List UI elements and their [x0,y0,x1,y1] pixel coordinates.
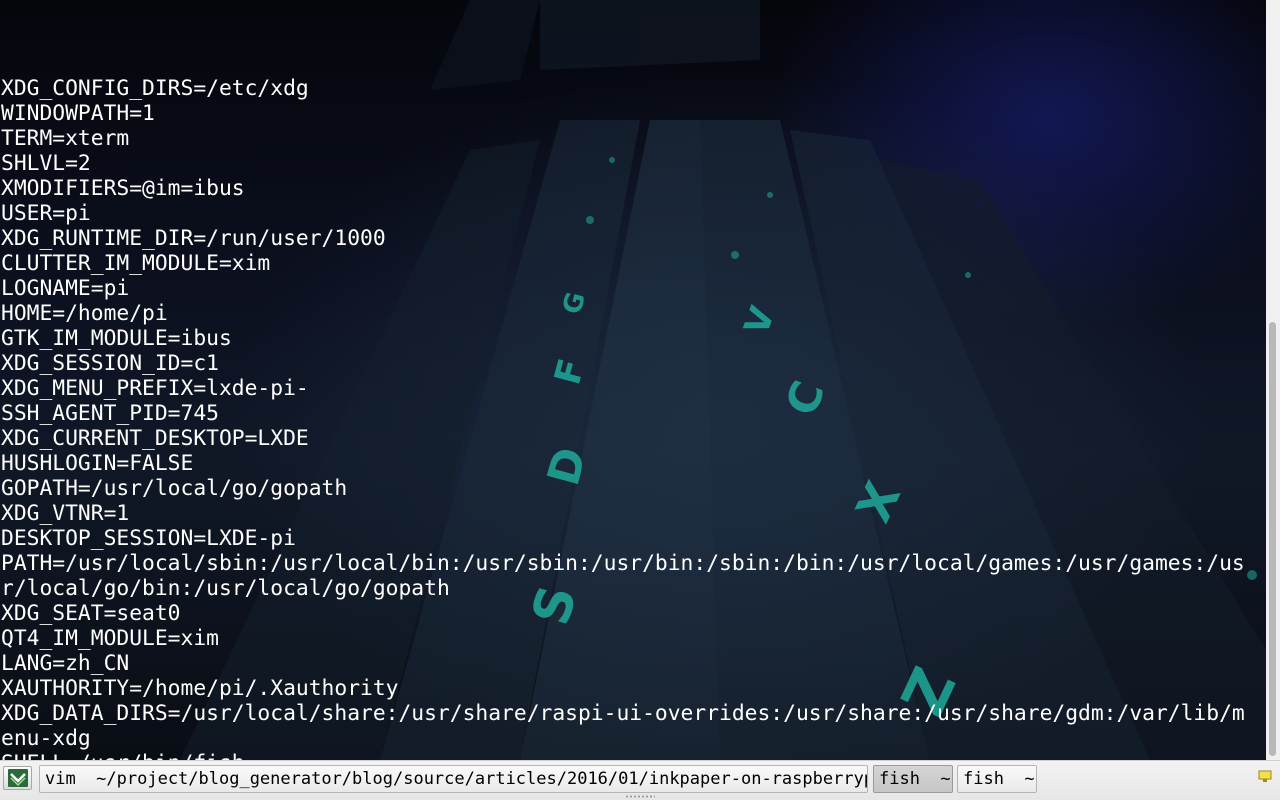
desktop: D F G S C V Z X XDG_CONFIG_DIRS=/etc/xdg… [0,0,1280,800]
terminal-line: HUSHLOGIN=FALSE [1,451,194,476]
taskbar-task-fish[interactable]: fish ~ [957,765,1037,793]
menu-icon [8,769,28,787]
menu-button[interactable] [3,766,32,790]
terminal-line: XDG_VTNR=1 [1,501,130,526]
terminal-line: WINDOWPATH=1 [1,101,155,126]
terminal-line: DESKTOP_SESSION=LXDE-pi [1,526,296,551]
terminal-line: XDG_SEAT=seat0 [1,601,181,626]
taskbar-task-vim[interactable]: vim ~/project/blog_generator/blog/source… [39,765,868,793]
terminal-line: LANG=zh_CN [1,651,130,676]
terminal-line: XDG_CURRENT_DESKTOP=LXDE [1,426,309,451]
network-icon[interactable] [1258,769,1272,783]
terminal-line: GOPATH=/usr/local/go/gopath [1,476,348,501]
terminal-line: XDG_MENU_PREFIX=lxde-pi- [1,376,309,401]
terminal-line: GTK_IM_MODULE=ibus [1,326,232,351]
terminal-line: PATH=/usr/local/sbin:/usr/local/bin:/usr… [1,551,1245,576]
terminal-line: XDG_SESSION_ID=c1 [1,351,219,376]
terminal-line: XDG_DATA_DIRS=/usr/local/share:/usr/shar… [1,701,1245,726]
terminal-line: QT4_IM_MODULE=xim [1,626,219,651]
terminal-line: r/local/go/bin:/usr/local/go/gopath [1,576,450,601]
terminal-line: XDG_RUNTIME_DIR=/run/user/1000 [1,226,386,251]
terminal-line: LOGNAME=pi [1,276,130,301]
terminal-line: XDG_CONFIG_DIRS=/etc/xdg [1,76,309,101]
terminal-line: XMODIFIERS=@im=ibus [1,176,245,201]
terminal-line: SSH_AGENT_PID=745 [1,401,219,426]
terminal-line: HOME=/home/pi [1,301,168,326]
taskbar-task-fish-active[interactable]: fish ~ [873,765,953,793]
taskbar-resize-grip[interactable] [625,795,655,798]
terminal-output[interactable]: XDG_CONFIG_DIRS=/etc/xdg WINDOWPATH=1 TERM… [1,1,1263,800]
terminal-line: SHLVL=2 [1,151,91,176]
terminal-line: TERM=xterm [1,126,130,151]
terminal-line: USER=pi [1,201,91,226]
terminal-scrollbar[interactable] [1266,0,1280,760]
taskbar: vim ~/project/blog_generator/blog/source… [0,760,1280,800]
terminal-line: CLUTTER_IM_MODULE=xim [1,251,271,276]
scrollbar-thumb[interactable] [1269,322,1276,756]
terminal-line: enu-xdg [1,726,91,751]
terminal-line: XAUTHORITY=/home/pi/.Xauthority [1,676,399,701]
